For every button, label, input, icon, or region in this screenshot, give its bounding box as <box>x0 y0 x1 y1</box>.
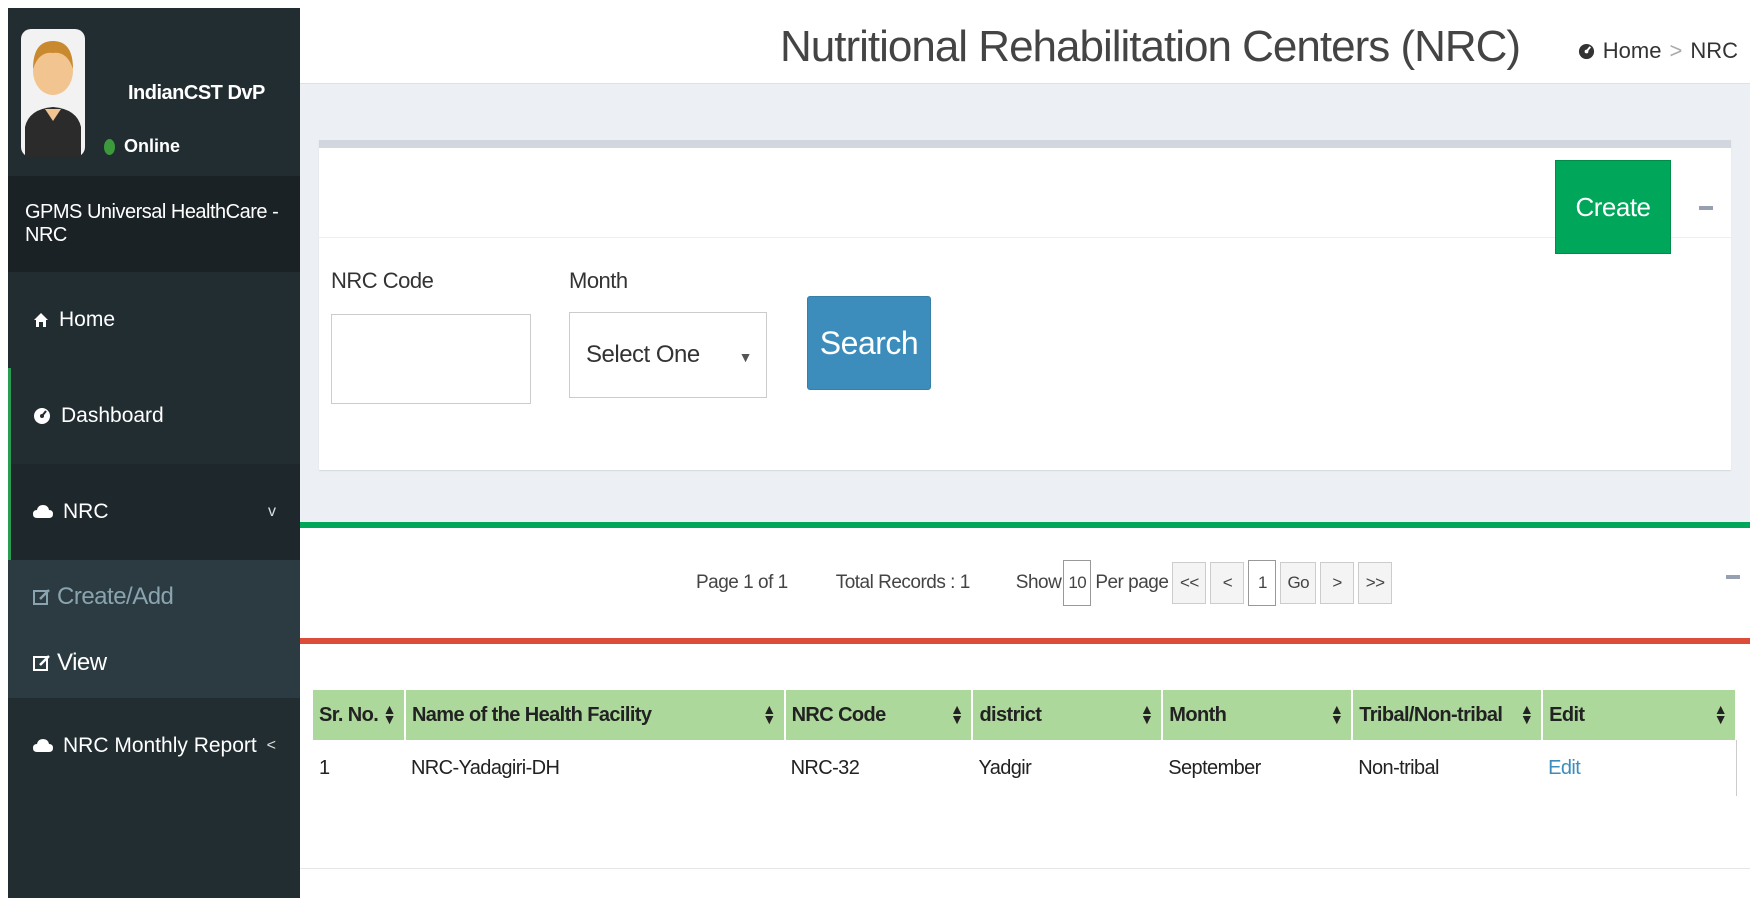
sort-icon: ▲ ▼ <box>1519 701 1534 727</box>
per-page-label: Per page <box>1095 572 1169 593</box>
nrc-submenu: Create/Add View <box>8 560 300 698</box>
submenu-item-label: View <box>57 649 107 676</box>
online-status-icon <box>104 138 115 155</box>
results-table: Sr. No. ▲ ▼ Name of the Health Facility ▲ ▼ … <box>313 690 1737 796</box>
edit-icon <box>33 588 51 606</box>
sort-icon: ▲ ▼ <box>382 701 397 727</box>
submenu-item-create-add[interactable]: Create/Add <box>8 564 300 630</box>
column-header-tribal[interactable]: Tribal/Non-tribal ▲ ▼ <box>1352 690 1544 740</box>
cloud-icon <box>33 739 53 753</box>
sidebar-item-label: NRC <box>63 500 109 523</box>
column-header-label: Name of the Health Facility <box>411 703 652 726</box>
sidebar-item-label: Home <box>59 308 116 331</box>
cell-tribal: Non-tribal <box>1358 756 1439 779</box>
cell-district: Yadgir <box>978 756 1032 779</box>
month-select[interactable]: Select One ▼ <box>569 312 767 398</box>
column-header-label: Month <box>1169 703 1227 726</box>
cloud-icon <box>33 505 53 519</box>
cell-month: September <box>1168 756 1261 779</box>
sidebar-item-nrc-monthly-report[interactable]: NRC Monthly Report < <box>8 698 300 794</box>
user-panel: IndianCST DvP Online <box>8 8 300 176</box>
cell-edit: Edit <box>1542 740 1737 796</box>
column-header-district[interactable]: district ▲ ▼ <box>972 690 1164 740</box>
sidebar-item-home[interactable]: Home <box>8 272 300 368</box>
sort-icon: ▲ ▼ <box>1329 701 1344 727</box>
nrc-code-label: NRC Code <box>331 268 434 293</box>
app-header: GPMS Universal HealthCare - NRC <box>8 176 300 272</box>
breadcrumb-separator: > <box>1669 38 1683 63</box>
collapse-icon[interactable] <box>1699 206 1713 210</box>
search-box: Create NRC Code Month Select One ▼ Searc… <box>319 140 1731 470</box>
breadcrumb-current: NRC <box>1690 38 1738 63</box>
edit-icon <box>33 654 51 672</box>
breadcrumb: Home > NRC <box>1578 38 1738 64</box>
sidebar-item-label: Dashboard <box>61 404 164 427</box>
edit-link[interactable]: Edit <box>1548 757 1581 779</box>
pager: Page 1 of 1 Total Records : 1 Show 10 Pe… <box>696 560 1396 606</box>
submenu-item-label: Create/Add <box>57 583 174 610</box>
sort-icon: ▲ ▼ <box>1140 701 1154 727</box>
table-footer-divider <box>300 868 1750 869</box>
next-page-button[interactable]: > <box>1320 562 1355 604</box>
content-header: Nutritional Rehabilitation Centers (NRC)… <box>300 0 1750 84</box>
collapse-icon[interactable] <box>1726 575 1740 579</box>
sidebar-item-nrc[interactable]: NRC v <box>8 464 300 560</box>
show-label: Show <box>1015 572 1062 593</box>
last-page-button[interactable]: >> <box>1358 562 1393 604</box>
search-box-header: Create <box>319 148 1731 254</box>
column-header-label: district <box>979 703 1042 726</box>
column-header-month[interactable]: Month ▲ ▼ <box>1162 690 1354 740</box>
chevron-left-icon: < <box>266 737 276 754</box>
column-header-label: Edit <box>1549 703 1585 726</box>
create-button[interactable]: Create <box>1555 160 1671 254</box>
page-info: Page 1 of 1 <box>696 572 788 593</box>
prev-page-button[interactable]: < <box>1210 562 1245 604</box>
first-page-button[interactable]: << <box>1172 562 1207 604</box>
home-icon <box>33 312 49 328</box>
page-number-input[interactable]: 1 <box>1248 560 1277 606</box>
column-header-nrc-code[interactable]: NRC Code ▲ ▼ <box>784 690 974 740</box>
sidebar-item-dashboard[interactable]: Dashboard <box>8 368 300 464</box>
nrc-code-input[interactable] <box>331 314 531 404</box>
month-label: Month <box>569 268 628 293</box>
main-content: Create NRC Code Month Select One ▼ Searc… <box>300 84 1750 898</box>
table-header-row: Sr. No. ▲ ▼ Name of the Health Facility ▲ ▼ … <box>313 690 1737 740</box>
month-select-value: Select One <box>586 341 700 368</box>
pagination-bar: Page 1 of 1 Total Records : 1 Show 10 Pe… <box>300 522 1750 644</box>
column-header-label: NRC Code <box>791 703 887 726</box>
user-status-label: Online <box>124 136 181 156</box>
sidebar-item-label: NRC Monthly Report <box>63 734 257 757</box>
sort-icon: ▲ ▼ <box>1713 701 1728 727</box>
dashboard-icon <box>33 407 51 425</box>
sort-icon: ▲ ▼ <box>950 701 964 727</box>
column-header-sr-no[interactable]: Sr. No. ▲ ▼ <box>313 690 406 740</box>
go-button[interactable]: Go <box>1280 562 1317 604</box>
cell-facility: NRC-Yadagiri-DH <box>410 756 560 779</box>
results-table-area: Sr. No. ▲ ▼ Name of the Health Facility ▲ ▼ … <box>300 644 1750 898</box>
user-status: Online <box>104 136 180 157</box>
cell-sr-no: 1 <box>319 756 330 779</box>
sidebar: IndianCST DvP Online GPMS Universal Heal… <box>8 8 300 898</box>
avatar <box>21 29 85 157</box>
submenu-item-view[interactable]: View <box>8 630 300 696</box>
sort-icon: ▲ ▼ <box>762 701 776 727</box>
search-button[interactable]: Search <box>807 296 931 390</box>
dashboard-icon <box>1578 43 1595 60</box>
column-header-facility[interactable]: Name of the Health Facility ▲ ▼ <box>404 690 786 740</box>
cell-nrc-code: NRC-32 <box>790 756 860 779</box>
column-header-label: Tribal/Non-tribal <box>1359 703 1503 726</box>
chevron-down-icon: ▼ <box>738 349 753 365</box>
table-row: 1 NRC-Yadagiri-DH NRC-32 Yadgir Septembe… <box>313 740 1737 796</box>
column-header-edit[interactable]: Edit ▲ ▼ <box>1542 690 1737 740</box>
column-header-label: Sr. No. <box>319 703 379 726</box>
total-records: Total Records : 1 <box>835 572 971 593</box>
user-name: IndianCST DvP <box>128 82 265 104</box>
chevron-down-icon: v <box>268 503 276 520</box>
per-page-input[interactable]: 10 <box>1063 560 1092 606</box>
breadcrumb-home[interactable]: Home <box>1603 38 1662 64</box>
page-title: Nutritional Rehabilitation Centers (NRC) <box>780 22 1521 71</box>
